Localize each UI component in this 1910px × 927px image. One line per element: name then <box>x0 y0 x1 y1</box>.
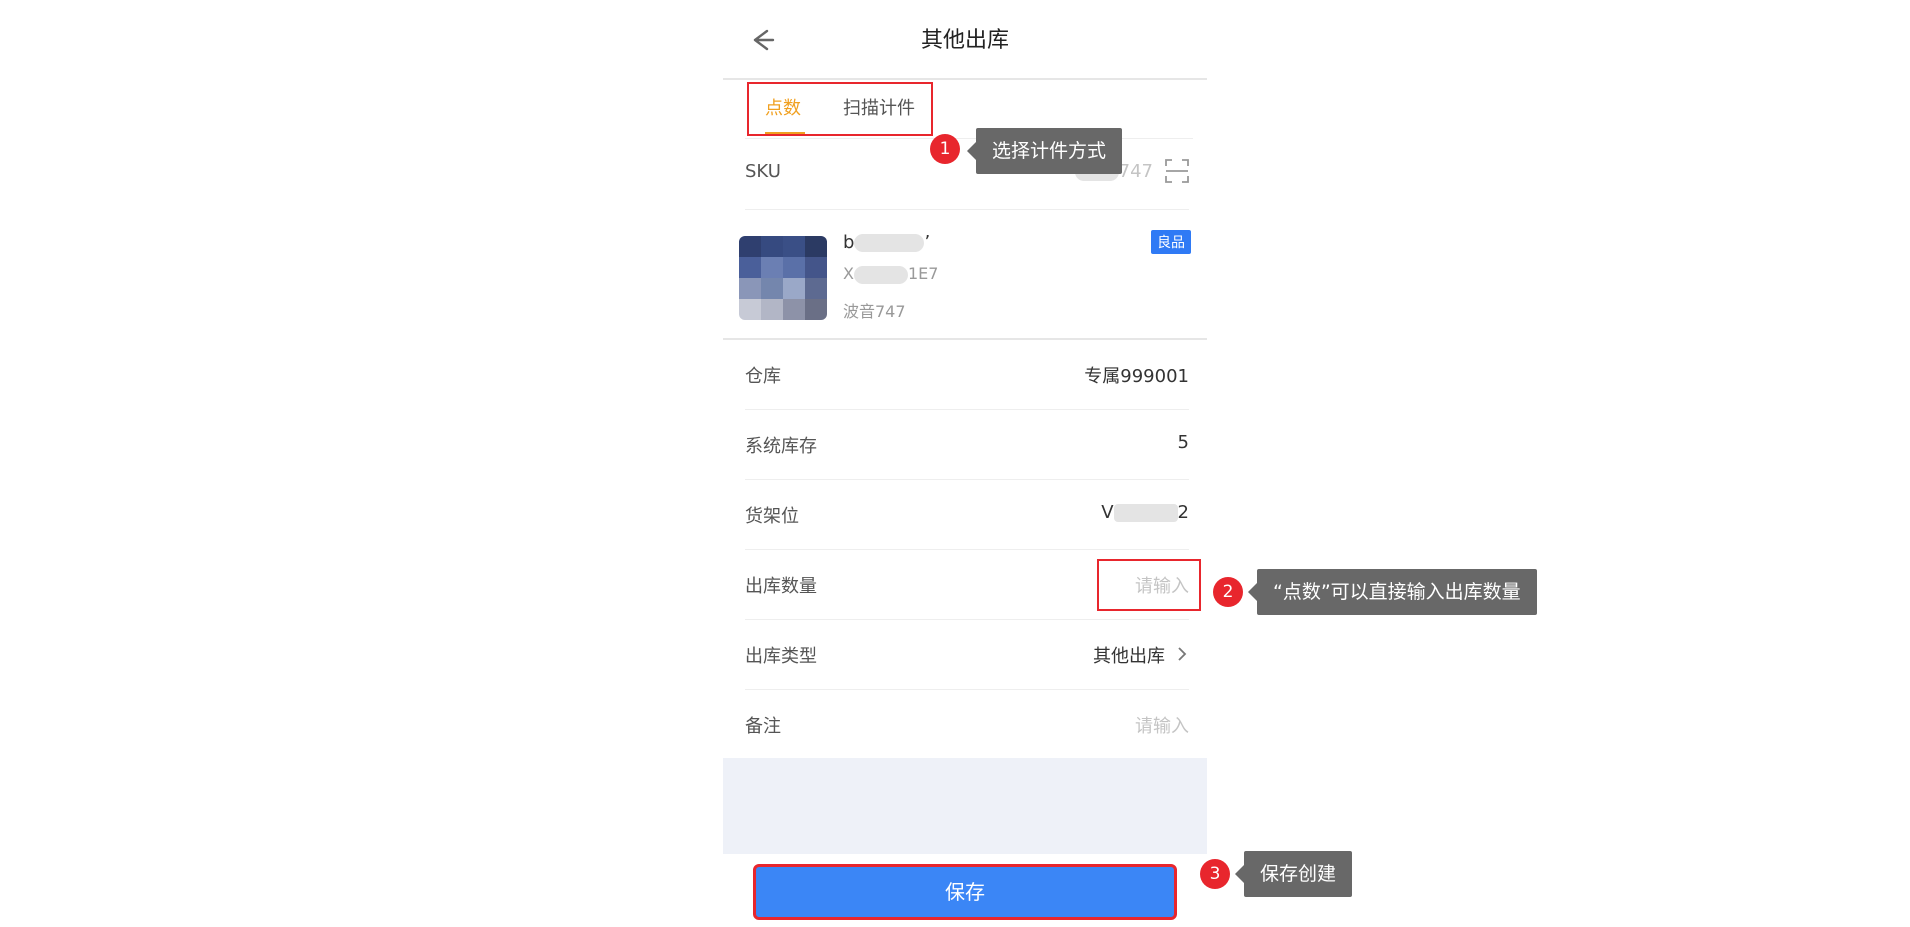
redacted-text <box>854 234 925 252</box>
redacted-text <box>1113 504 1178 522</box>
page-title: 其他出库 <box>920 28 1009 53</box>
stock-label: 系统库存 <box>745 436 817 457</box>
remark-label: 备注 <box>745 716 781 737</box>
shelf-row: 货架位 V2 <box>745 480 1189 550</box>
type-label: 出库类型 <box>745 646 817 667</box>
product-model: 波音747 <box>843 302 906 321</box>
step-marker-2: 2 <box>1213 577 1243 607</box>
tooltip-step-2: “点数”可以直接输入出库数量 <box>1248 569 1537 615</box>
stock-value: 5 <box>1177 432 1189 453</box>
sku-label: SKU <box>745 161 781 182</box>
warehouse-label: 仓库 <box>745 366 781 387</box>
save-button[interactable]: 保存 <box>753 864 1177 920</box>
shelf-value: V2 <box>1101 502 1189 523</box>
step-marker-3: 3 <box>1200 859 1230 889</box>
quantity-highlight-box <box>1097 559 1201 611</box>
shelf-label: 货架位 <box>745 506 799 527</box>
empty-area <box>723 758 1207 854</box>
tooltip-step-1: 选择计件方式 <box>966 128 1123 174</box>
product-image <box>739 236 827 320</box>
warehouse-value: 专属999001 <box>1084 366 1189 387</box>
remark-input[interactable]: 请输入 <box>1135 712 1189 738</box>
product-card[interactable]: b’ X 1E7 波音747 良品 <box>723 208 1207 340</box>
chevron-right-icon <box>1178 647 1187 661</box>
stock-row: 系统库存 5 <box>745 410 1189 480</box>
mobile-screen: 其他出库 点数 扫描计件 SKU 747 b’ X 1E7 波音747 良品 仓… <box>723 0 1207 927</box>
scan-icon[interactable] <box>1165 159 1189 183</box>
redacted-text <box>853 265 908 284</box>
type-value: 其他出库 <box>1093 646 1165 667</box>
nav-bar: 其他出库 <box>723 0 1207 80</box>
tabs-highlight-box <box>747 82 933 136</box>
remark-row: 备注 请输入 <box>745 690 1189 759</box>
product-name: b’ <box>843 232 931 253</box>
type-row[interactable]: 出库类型 其他出库 <box>745 620 1189 690</box>
quantity-label: 出库数量 <box>745 576 817 597</box>
tooltip-step-3: 保存创建 <box>1234 851 1353 897</box>
warehouse-row: 仓库 专属999001 <box>745 340 1189 410</box>
step-marker-1: 1 <box>930 134 960 164</box>
product-code: X 1E7 <box>843 264 939 284</box>
status-badge: 良品 <box>1151 230 1191 254</box>
